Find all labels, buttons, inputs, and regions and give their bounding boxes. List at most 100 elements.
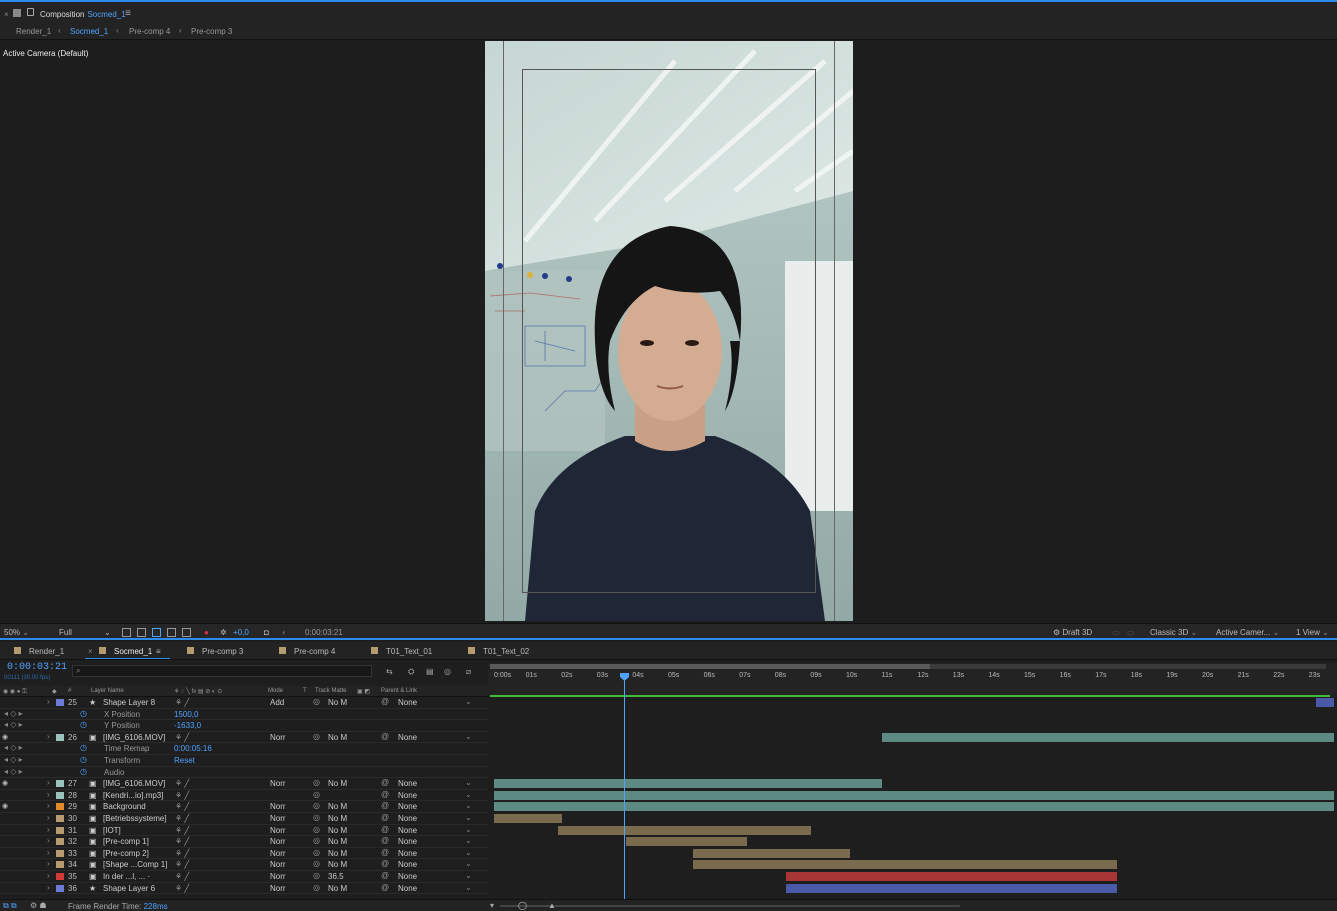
parent-dropdown[interactable]: None — [398, 860, 417, 869]
layer-duration-bar[interactable] — [558, 825, 811, 835]
blend-mode-dropdown[interactable]: Norr — [270, 826, 286, 835]
layer-switches-icon[interactable]: ⚘ ╱ — [175, 826, 189, 835]
frame-render-toggle-icon[interactable]: ⚙ ☗ — [30, 901, 47, 910]
layer-name[interactable]: Background — [103, 802, 146, 811]
3d-ground-icon[interactable]: ▭ — [1112, 628, 1120, 637]
timeline-zoom-slider[interactable] — [500, 905, 960, 907]
tab-menu-icon[interactable]: ≡ — [156, 647, 161, 656]
layer-switches-icon[interactable]: ⚘ ╱ — [175, 837, 189, 846]
motion-blur-icon[interactable]: ◎ — [444, 667, 451, 676]
graph-editor-icon[interactable]: ⧄ — [466, 667, 471, 677]
layer-row[interactable]: › 33 ▣ [Pre-comp 2] ⚘ ╱ Norr ◎ No M @ None ⌄ — [0, 848, 488, 860]
property-row[interactable]: ◂ ◇ ▸ ◷ Audio — [0, 767, 488, 779]
parent-link-header[interactable]: Parent & Link — [381, 688, 417, 694]
layer-switches-icon[interactable]: ⚘ ╱ — [175, 802, 189, 811]
label-color-swatch[interactable] — [56, 849, 64, 857]
label-color-swatch[interactable] — [56, 699, 64, 706]
label-color-swatch[interactable] — [56, 815, 64, 822]
property-value[interactable]: 1500,0 — [174, 710, 198, 719]
layer-switches-icon[interactable]: ⚘ ╱ — [175, 733, 189, 742]
label-color-swatch[interactable] — [56, 803, 64, 811]
parent-dropdown[interactable]: None — [398, 779, 417, 788]
parent-pick-whip-icon[interactable]: @ — [381, 859, 389, 868]
blend-mode-dropdown[interactable]: Norr — [270, 814, 286, 823]
reset-exposure-icon[interactable]: ✲ — [220, 628, 227, 637]
layer-switches-icon[interactable]: ⚘ ╱ — [175, 698, 189, 707]
preserve-transparency-icon[interactable]: ◎ — [313, 697, 320, 706]
view-layout-dropdown[interactable]: 1 View ⌄ — [1296, 628, 1329, 637]
expand-twirl-icon[interactable]: › — [47, 883, 50, 892]
parent-dropdown[interactable]: None — [398, 849, 417, 858]
exposure-value[interactable]: +0,0 — [233, 628, 249, 637]
av-features-icon[interactable]: ◉ ◉ ● ⚿ — [3, 688, 27, 696]
blend-mode-dropdown[interactable]: Norr — [270, 733, 286, 742]
parent-pick-whip-icon[interactable]: @ — [381, 883, 389, 892]
parent-pick-whip-icon[interactable]: @ — [381, 813, 389, 822]
zoom-out-icon[interactable]: ▾ — [490, 901, 494, 910]
current-time-display[interactable]: 0:00:03:21 — [7, 662, 67, 673]
keyframe-navigator-icon[interactable]: ◂ ◇ ▸ — [4, 743, 23, 752]
layer-row[interactable]: › 25 ★ Shape Layer 8 ⚘ ╱ Add ◎ No M @ None ⌄ — [0, 697, 488, 709]
track-matte-dropdown[interactable]: No M — [328, 698, 347, 707]
preserve-transparency-icon[interactable]: ◎ — [313, 732, 320, 741]
parent-dropdown[interactable]: None — [398, 733, 417, 742]
layer-name[interactable]: In der ...l, ... · — [103, 872, 150, 881]
parent-pick-whip-icon[interactable]: @ — [381, 848, 389, 857]
layer-row[interactable]: › 35 ▣ In der ...l, ... · ⚘ ╱ Norr ◎ 36.5 @ None ⌄ — [0, 871, 488, 883]
label-color-swatch[interactable] — [56, 780, 64, 788]
layer-row[interactable]: › 32 ▣ [Pre-comp 1] ⚘ ╱ Norr ◎ No M @ None ⌄ — [0, 836, 488, 848]
layer-switches-icon[interactable]: ⚘ ╱ — [175, 872, 189, 881]
parent-dropdown[interactable]: None — [398, 872, 417, 881]
layer-row[interactable]: › 30 ▣ [Betriebssysteme] ⚘ ╱ Norr ◎ No M @ None ⌄ — [0, 813, 488, 825]
parent-pick-whip-icon[interactable]: @ — [381, 836, 389, 845]
layer-row[interactable]: › 31 ▣ [IOT] ⚘ ╱ Norr ◎ No M @ None ⌄ — [0, 825, 488, 837]
expand-twirl-icon[interactable]: › — [47, 801, 50, 810]
composition-frame[interactable] — [485, 41, 853, 621]
parent-dropdown[interactable]: None — [398, 791, 417, 800]
parent-pick-whip-icon[interactable]: @ — [381, 697, 389, 706]
preserve-transparency-icon[interactable]: ◎ — [313, 790, 320, 799]
track-matte-dropdown[interactable]: 36.5 — [328, 872, 344, 881]
expand-twirl-icon[interactable]: › — [47, 871, 50, 880]
label-column-icon[interactable]: ◆ — [52, 688, 57, 695]
blend-mode-dropdown[interactable]: Norr — [270, 872, 286, 881]
preserve-transparency-icon[interactable]: ◎ — [313, 883, 320, 892]
layer-name[interactable]: [Pre-comp 1] — [103, 837, 149, 846]
stopwatch-icon[interactable]: ◷ — [80, 755, 87, 764]
breadcrumb-pre-comp-4[interactable]: Pre-comp 4 — [129, 27, 170, 36]
preserve-transparency-icon[interactable]: ◎ — [313, 871, 320, 880]
track-matte-dropdown[interactable]: No M — [328, 849, 347, 858]
label-color-swatch[interactable] — [56, 861, 64, 869]
layer-search-input[interactable]: ⌕ — [72, 665, 372, 677]
layer-name[interactable]: [Betriebssysteme] — [103, 814, 167, 823]
label-color-swatch[interactable] — [56, 884, 64, 892]
close-tab-icon[interactable]: × — [88, 647, 93, 656]
tab-pre-comp-3[interactable]: Pre-comp 3 — [202, 647, 243, 656]
keyframe-navigator-icon[interactable]: ◂ ◇ ▸ — [4, 767, 23, 776]
stopwatch-icon[interactable]: ◷ — [80, 709, 87, 718]
layer-duration-bar[interactable] — [494, 779, 883, 789]
track-matte-dropdown[interactable]: No M — [328, 884, 347, 893]
preserve-transparency-icon[interactable]: ◎ — [313, 801, 320, 810]
layer-name[interactable]: Shape Layer 6 — [103, 884, 155, 893]
layer-name[interactable]: [Kendri...io].mp3] — [103, 791, 163, 800]
tab-pre-comp-4[interactable]: Pre-comp 4 — [294, 647, 335, 656]
layer-switches-icon[interactable]: ⚘ ╱ — [175, 779, 189, 788]
work-area-bar[interactable] — [490, 664, 930, 669]
tab-t01-text-02[interactable]: T01_Text_02 — [483, 647, 529, 656]
expand-twirl-icon[interactable]: › — [47, 859, 50, 868]
blend-mode-dropdown[interactable]: Norr — [270, 884, 286, 893]
track-matte-dropdown[interactable]: No M — [328, 814, 347, 823]
label-color-swatch[interactable] — [56, 826, 64, 834]
preserve-transparency-icon[interactable]: ◎ — [313, 859, 320, 868]
parent-pick-whip-icon[interactable]: @ — [381, 778, 389, 787]
channel-icon[interactable] — [182, 628, 191, 637]
preserve-transparency-icon[interactable]: ◎ — [313, 836, 320, 845]
property-value[interactable]: 0:00:05:16 — [174, 744, 212, 753]
layer-switches-toggle-icon[interactable]: ⧉ ⧉ — [3, 901, 17, 911]
expand-twirl-icon[interactable]: › — [47, 790, 50, 799]
layer-row[interactable]: › 28 ▣ [Kendri...io].mp3] ⚘ ╱ ◎ @ None ⌄ — [0, 790, 488, 802]
zoom-slider-handle[interactable]: ◯ — [518, 901, 527, 910]
track-matte-dropdown[interactable]: No M — [328, 837, 347, 846]
label-color-swatch[interactable] — [56, 873, 64, 880]
